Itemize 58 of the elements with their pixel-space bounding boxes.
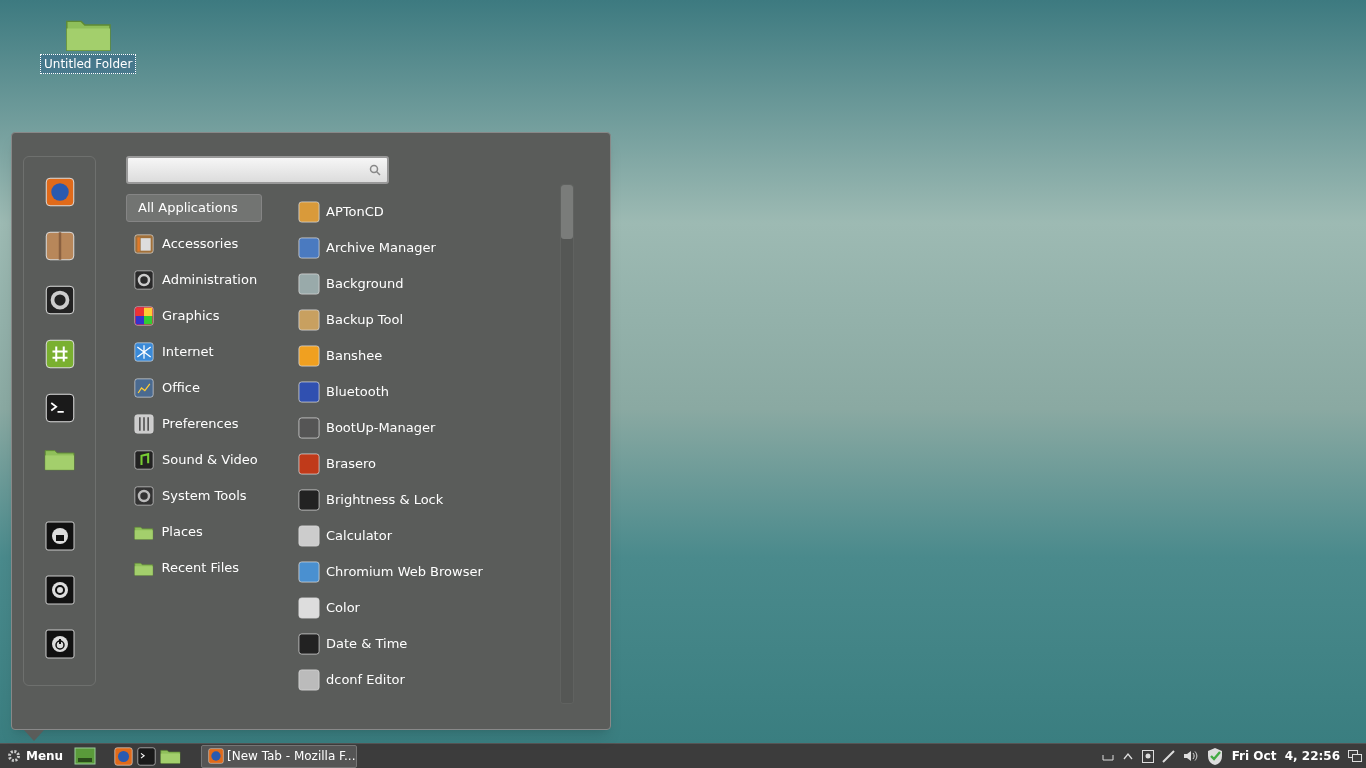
folder-icon (134, 524, 154, 540)
scrollbar[interactable] (560, 184, 574, 704)
network-icon (134, 342, 154, 362)
browser-icon (207, 748, 224, 764)
application-item[interactable]: Chromium Web Browser (298, 558, 560, 586)
folder-icon[interactable] (160, 748, 181, 764)
package-icon[interactable] (44, 231, 75, 261)
show-desktop-icon[interactable] (74, 747, 97, 765)
menu-button[interactable]: Menu (4, 747, 66, 765)
category-item[interactable]: System Tools (126, 482, 298, 510)
category-item[interactable]: Places (126, 518, 298, 546)
category-item[interactable]: Graphics (126, 302, 298, 330)
terminal-icon[interactable] (44, 393, 75, 423)
folder-icon[interactable] (43, 447, 76, 471)
application-item[interactable]: Date & Time (298, 630, 560, 658)
application-item[interactable]: Archive Manager (298, 234, 560, 262)
application-item[interactable]: Background (298, 270, 560, 298)
terminal-icon[interactable] (137, 746, 157, 766)
search-field[interactable] (126, 156, 389, 184)
desktop-icon-label[interactable]: Untitled Folder (40, 54, 137, 74)
chart-icon (134, 378, 154, 398)
application-item[interactable]: Backup Tool (298, 306, 560, 334)
chevron-up-icon[interactable] (1121, 751, 1134, 761)
category-item[interactable]: Preferences (126, 410, 298, 438)
window-button[interactable]: [New Tab - Mozilla F... (200, 744, 357, 768)
category-item[interactable]: Administration (126, 266, 298, 294)
chat-icon[interactable] (44, 339, 75, 369)
application-item[interactable]: Color (298, 594, 560, 622)
browser-icon[interactable] (44, 177, 75, 207)
category-item[interactable]: Accessories (126, 230, 298, 258)
application-item[interactable]: Calculator (298, 522, 560, 550)
category-item[interactable]: Internet (126, 338, 298, 366)
gear-icon (134, 270, 154, 290)
application-item[interactable]: APTonCD (298, 198, 560, 226)
category-item[interactable]: Sound & Video (126, 446, 298, 474)
gear-icon (134, 486, 154, 506)
music-note-icon (134, 450, 154, 470)
application-item[interactable]: dconf Editor (298, 666, 560, 694)
category-item[interactable]: Office (126, 374, 298, 402)
browser-icon[interactable] (114, 746, 134, 766)
application-item[interactable]: Bluetooth (298, 378, 560, 406)
folder-icon (134, 560, 154, 576)
application-item[interactable]: BootUp-Manager (298, 414, 560, 442)
category-item[interactable]: All Applications (126, 194, 262, 222)
category-item[interactable]: Recent Files (126, 554, 298, 582)
gear-icon[interactable] (44, 285, 75, 315)
power-icon[interactable] (44, 629, 75, 659)
search-icon (369, 164, 381, 176)
volume-icon[interactable] (1182, 750, 1198, 762)
application-item[interactable]: Brightness & Lock (298, 486, 560, 514)
clock[interactable]: Fri Oct 4, 22:56 (1231, 747, 1340, 765)
windows-icon[interactable] (1348, 750, 1362, 762)
logout-icon[interactable] (44, 575, 75, 605)
application-item[interactable]: Banshee (298, 342, 560, 370)
scrollbar-thumb[interactable] (561, 185, 573, 239)
application-item[interactable]: Brasero (298, 450, 560, 478)
shield-check-icon[interactable] (1205, 746, 1224, 766)
gear-icon (6, 748, 22, 764)
